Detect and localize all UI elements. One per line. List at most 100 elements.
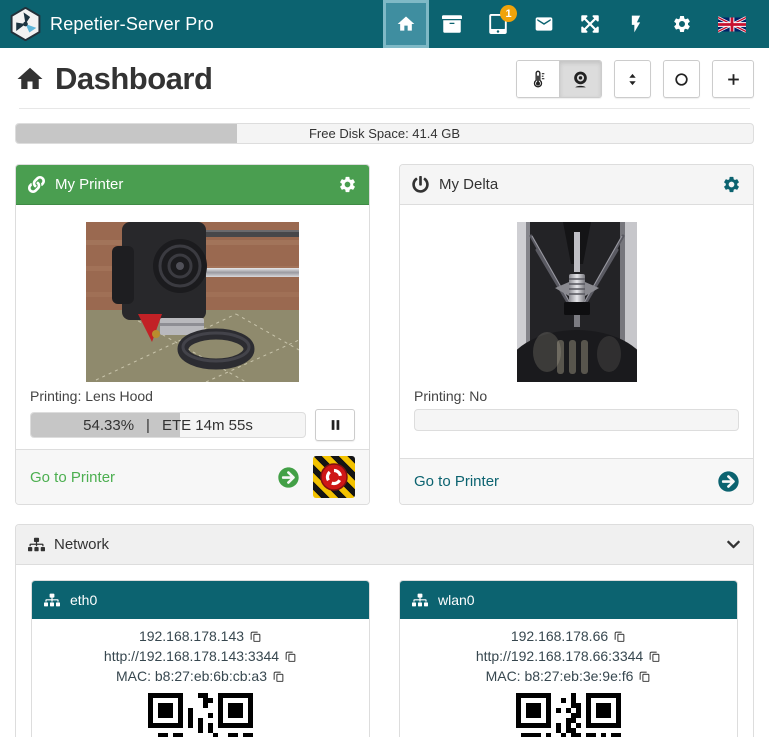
copy-button[interactable] (272, 670, 285, 683)
copy-icon (284, 650, 297, 663)
print-progress-bar (414, 409, 739, 431)
pause-icon (329, 418, 342, 432)
printer-name: My Delta (439, 176, 498, 193)
emergency-stop-button[interactable] (313, 456, 355, 498)
go-to-printer-link[interactable]: Go to Printer (414, 473, 499, 490)
printer-name: My Printer (55, 176, 123, 193)
print-progress-bar: 54.33% | ETE 14m 55s (30, 412, 306, 438)
nav-quick-actions[interactable] (613, 0, 659, 48)
sitemap-icon (44, 592, 60, 608)
nav-language[interactable] (705, 0, 759, 48)
nav-settings[interactable] (659, 0, 705, 48)
mac-address: MAC: b8:27:eb:6b:cb:a3 (116, 666, 267, 686)
network-panel-title: Network (54, 536, 109, 553)
copy-button[interactable] (249, 630, 262, 643)
ip-line: 192.168.178.143 (40, 626, 361, 646)
sitemap-icon (28, 536, 45, 553)
interface-header: wlan0 (400, 581, 737, 619)
uk-flag-icon (718, 15, 746, 34)
nav-home[interactable] (383, 0, 429, 48)
printing-status: Printing: No (414, 388, 739, 404)
nav-archive[interactable] (429, 0, 475, 48)
link-icon (28, 176, 45, 193)
interface-header: eth0 (32, 581, 369, 619)
printer-card-footer: Go to Printer (16, 449, 369, 504)
network-panel-body: eth0 192.168.178.143 http://192.168.178.… (16, 565, 753, 737)
home-icon (396, 14, 416, 34)
circle-toggle-button[interactable] (663, 60, 700, 98)
interface-name: wlan0 (438, 592, 475, 608)
copy-icon (249, 630, 262, 643)
disk-space-bar: Free Disk Space: 41.4 GB (15, 123, 754, 144)
add-button[interactable] (712, 60, 754, 98)
collapse-toggle[interactable] (726, 537, 741, 552)
printing-status: Printing: Lens Hood (30, 388, 355, 404)
temperature-view-button[interactable] (517, 61, 559, 97)
header-actions (516, 60, 754, 98)
print-progress-row (414, 409, 739, 431)
go-to-printer-arrow[interactable] (718, 471, 739, 492)
copy-button[interactable] (613, 630, 626, 643)
webcam-snapshot[interactable] (30, 222, 355, 382)
ip-address: 192.168.178.143 (139, 626, 244, 646)
printer-card-body: Printing: No (400, 205, 753, 458)
thermometer-icon (528, 69, 548, 89)
copy-button[interactable] (648, 650, 661, 663)
qr-code (408, 693, 729, 737)
copy-icon (638, 670, 651, 683)
interface-card-wlan0: wlan0 192.168.178.66 http://192.168.178.… (399, 580, 738, 737)
gear-icon (338, 175, 357, 194)
brand[interactable]: Repetier-Server Pro (10, 7, 214, 41)
progress-ete-text: ETE 14m 55s (162, 417, 253, 434)
webcam-view-button[interactable] (559, 61, 601, 97)
mail-icon (534, 14, 554, 34)
webcam-snapshot[interactable] (414, 222, 739, 382)
copy-icon (648, 650, 661, 663)
copy-icon (272, 670, 285, 683)
bolt-icon (626, 14, 646, 34)
arrow-circle-right-icon (718, 471, 739, 492)
archive-box-icon (442, 14, 462, 34)
interface-name: eth0 (70, 592, 97, 608)
printer-settings-button[interactable] (722, 175, 741, 194)
printer-card-footer: Go to Printer (400, 458, 753, 504)
print-progress-label: 54.33% | ETE 14m 55s (31, 413, 305, 437)
sitemap-icon (412, 592, 428, 608)
go-to-printer-arrow[interactable] (278, 467, 299, 488)
webcam-icon (571, 70, 590, 89)
mac-line: MAC: b8:27:eb:6b:cb:a3 (40, 666, 361, 686)
disk-space-label: Free Disk Space: 41.4 GB (16, 124, 753, 143)
progress-percent-text: 54.33% (83, 417, 134, 434)
ip-address: 192.168.178.66 (511, 626, 608, 646)
server-url: http://192.168.178.143:3344 (104, 646, 279, 666)
printer-card-header: My Delta (400, 165, 753, 205)
url-line: http://192.168.178.143:3344 (40, 646, 361, 666)
emergency-stop-icon (319, 462, 349, 492)
copy-icon (613, 630, 626, 643)
copy-button[interactable] (638, 670, 651, 683)
sort-arrows-icon (624, 71, 641, 88)
pause-button[interactable] (315, 409, 355, 441)
nav-fullscreen[interactable] (567, 0, 613, 48)
sort-button[interactable] (614, 60, 651, 98)
mac-line: MAC: b8:27:eb:3e:9e:f6 (408, 666, 729, 686)
network-panel: Network eth0 192.168.178.143 http://192.… (15, 524, 754, 737)
nav-messages[interactable] (521, 0, 567, 48)
home-icon (15, 64, 45, 94)
mac-address: MAC: b8:27:eb:3e:9e:f6 (486, 666, 634, 686)
interface-body: 192.168.178.66 http://192.168.178.66:334… (400, 619, 737, 737)
nav-menu: 1 (383, 0, 759, 48)
arrow-circle-right-icon (278, 467, 299, 488)
server-url: http://192.168.178.66:3344 (476, 646, 643, 666)
printer-card-header: My Printer (16, 165, 369, 205)
gear-icon (722, 175, 741, 194)
print-progress-row: 54.33% | ETE 14m 55s (30, 409, 355, 441)
nav-touchscreen[interactable]: 1 (475, 0, 521, 48)
go-to-printer-link[interactable]: Go to Printer (30, 469, 115, 486)
printer-cards-row: My Printer (15, 164, 754, 505)
network-panel-header[interactable]: Network (16, 525, 753, 565)
printer-settings-button[interactable] (338, 175, 357, 194)
repetier-logo-icon (10, 7, 41, 41)
copy-button[interactable] (284, 650, 297, 663)
header-divider (19, 108, 750, 109)
